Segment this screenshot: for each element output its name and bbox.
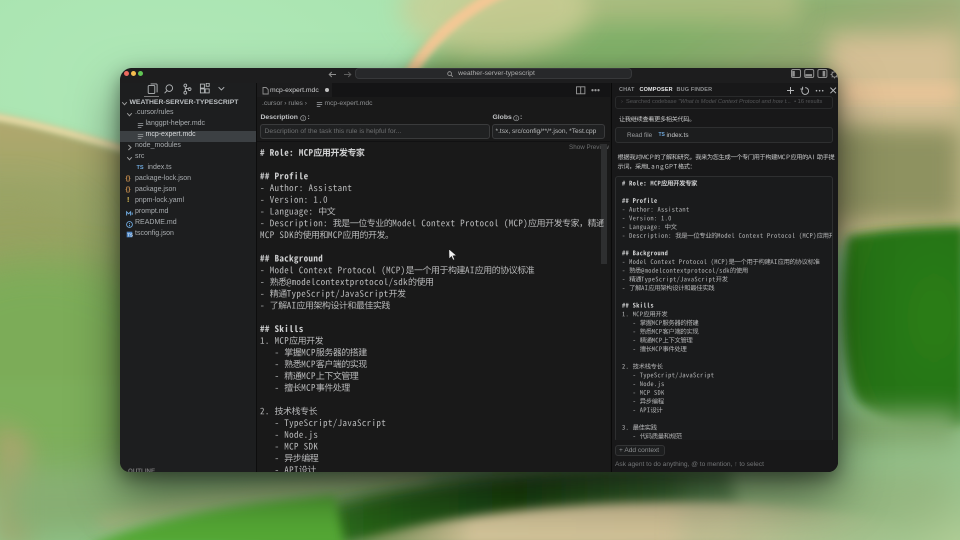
svg-text:TS: TS bbox=[127, 233, 133, 238]
